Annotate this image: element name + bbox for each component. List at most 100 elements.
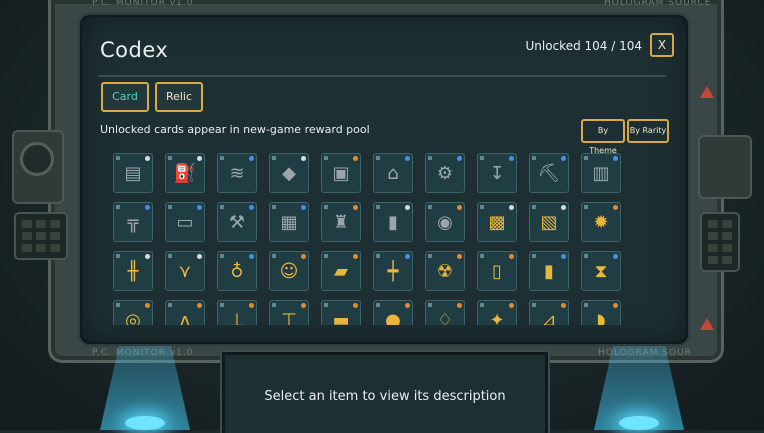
oil-pump-icon: ⛽ (173, 163, 197, 184)
corner-mark (168, 205, 172, 209)
card-slot[interactable]: ⛏ (529, 153, 569, 193)
card-slot[interactable]: ⧗ (581, 251, 621, 291)
card-slot[interactable]: ▤ (113, 153, 153, 193)
card-slot[interactable]: ♜ (321, 202, 361, 242)
card-slot[interactable]: ⊥ (217, 300, 257, 325)
card-slot[interactable]: ⛽ (165, 153, 205, 193)
corner-mark (428, 254, 432, 258)
card-slot[interactable]: ● (373, 300, 413, 325)
card-slot[interactable]: ☺ (269, 251, 309, 291)
card-slot[interactable]: ◗ (581, 300, 621, 325)
rarity-dot (457, 254, 462, 259)
card-slot[interactable]: ╫ (113, 251, 153, 291)
rarity-dot (405, 205, 410, 210)
robot-head-icon: ☺ (279, 261, 299, 282)
rarity-dot (197, 205, 202, 210)
tab-relic[interactable]: Relic (155, 82, 203, 112)
card-slot[interactable]: ✦ (477, 300, 517, 325)
card-slot[interactable]: ⊿ (529, 300, 569, 325)
rarity-dot (145, 303, 150, 308)
rarity-dot (353, 205, 358, 210)
rarity-dot (145, 156, 150, 161)
corner-mark (428, 303, 432, 307)
corner-mark (116, 156, 120, 160)
reward-pool-hint: Unlocked cards appear in new-game reward… (100, 123, 370, 136)
unlocked-count: Unlocked 104 / 104 (525, 39, 642, 53)
card-slot[interactable]: ☢ (425, 251, 465, 291)
corner-mark (116, 254, 120, 258)
corner-mark (220, 156, 224, 160)
rarity-dot (249, 156, 254, 161)
card-slot[interactable]: ▧ (529, 202, 569, 242)
corner-mark (168, 156, 172, 160)
rarity-dot (301, 205, 306, 210)
card-slot[interactable]: ↧ (477, 153, 517, 193)
card-slot[interactable]: ◆ (269, 153, 309, 193)
crane-icon: ⊤ (281, 310, 297, 325)
tab-card[interactable]: Card (101, 82, 149, 112)
hologram-label-top: HOLOGRAM SOURCE (604, 0, 712, 8)
card-slot[interactable]: ╦ (113, 202, 153, 242)
rarity-dot (249, 303, 254, 308)
corner-mark (532, 156, 536, 160)
corner-mark (480, 156, 484, 160)
knob-icon (20, 142, 54, 176)
corner-mark (116, 303, 120, 307)
corner-mark (376, 303, 380, 307)
card-slot[interactable]: ◉ (425, 202, 465, 242)
rarity-dot (301, 254, 306, 259)
bulldozer-icon: ▬ (332, 310, 350, 325)
sort-by-theme-button[interactable]: By Theme (581, 119, 625, 155)
warning-icon (700, 86, 714, 98)
hourglass-icon: ⧗ (594, 261, 608, 282)
card-slot[interactable]: ▮ (373, 202, 413, 242)
barrel-icon: ▯ (492, 261, 502, 282)
card-slot[interactable]: ▭ (165, 202, 205, 242)
rarity-dot (457, 156, 462, 161)
rarity-dot (249, 205, 254, 210)
card-slot[interactable]: ʌ (165, 300, 205, 325)
card-slot[interactable]: ▰ (321, 251, 361, 291)
card-slot[interactable]: ⌂ (373, 153, 413, 193)
card-slot[interactable]: ⚙ (425, 153, 465, 193)
rarity-dot (145, 205, 150, 210)
rarity-dot (613, 205, 618, 210)
radar-icon: ◎ (125, 310, 141, 325)
card-slot[interactable]: ♢ (425, 300, 465, 325)
spring-icon: ≋ (229, 163, 245, 184)
card-slot[interactable]: ┿ (373, 251, 413, 291)
rarity-dot (613, 303, 618, 308)
close-button[interactable]: X (650, 33, 674, 57)
rarity-dot (457, 205, 462, 210)
card-slot[interactable]: ▬ (321, 300, 361, 325)
card-slot[interactable]: ▮ (529, 251, 569, 291)
card-slot[interactable]: ✹ (581, 202, 621, 242)
corner-mark (324, 205, 328, 209)
rarity-dot (405, 303, 410, 308)
card-slot[interactable]: ▩ (477, 202, 517, 242)
card-slot[interactable]: ≋ (217, 153, 257, 193)
card-slot[interactable]: ▯ (477, 251, 517, 291)
card-slot[interactable]: ⊤ (269, 300, 309, 325)
corner-mark (220, 205, 224, 209)
card-slot[interactable]: ♁ (217, 251, 257, 291)
card-slot[interactable]: ▣ (321, 153, 361, 193)
card-slot[interactable]: ⋎ (165, 251, 205, 291)
mech-legs-icon: ʌ (179, 310, 191, 325)
card-slot[interactable]: ⚒ (217, 202, 257, 242)
hologram-emitter-right (619, 416, 659, 430)
card-slot[interactable]: ▦ (269, 202, 309, 242)
rarity-dot (509, 303, 514, 308)
card-slot[interactable]: ◎ (113, 300, 153, 325)
rarity-dot (197, 303, 202, 308)
card-slot[interactable]: ▥ (581, 153, 621, 193)
description-prompt: Select an item to view its description (264, 389, 506, 404)
rarity-dot (405, 254, 410, 259)
gold-bars-icon: ▰ (334, 261, 348, 282)
coin-icon: ● (385, 310, 401, 325)
sort-by-rarity-button[interactable]: By Rarity (627, 119, 669, 143)
cement-mixer-icon: ◉ (437, 212, 453, 233)
rarity-dot (301, 303, 306, 308)
rarity-dot (145, 254, 150, 259)
corner-mark (428, 205, 432, 209)
